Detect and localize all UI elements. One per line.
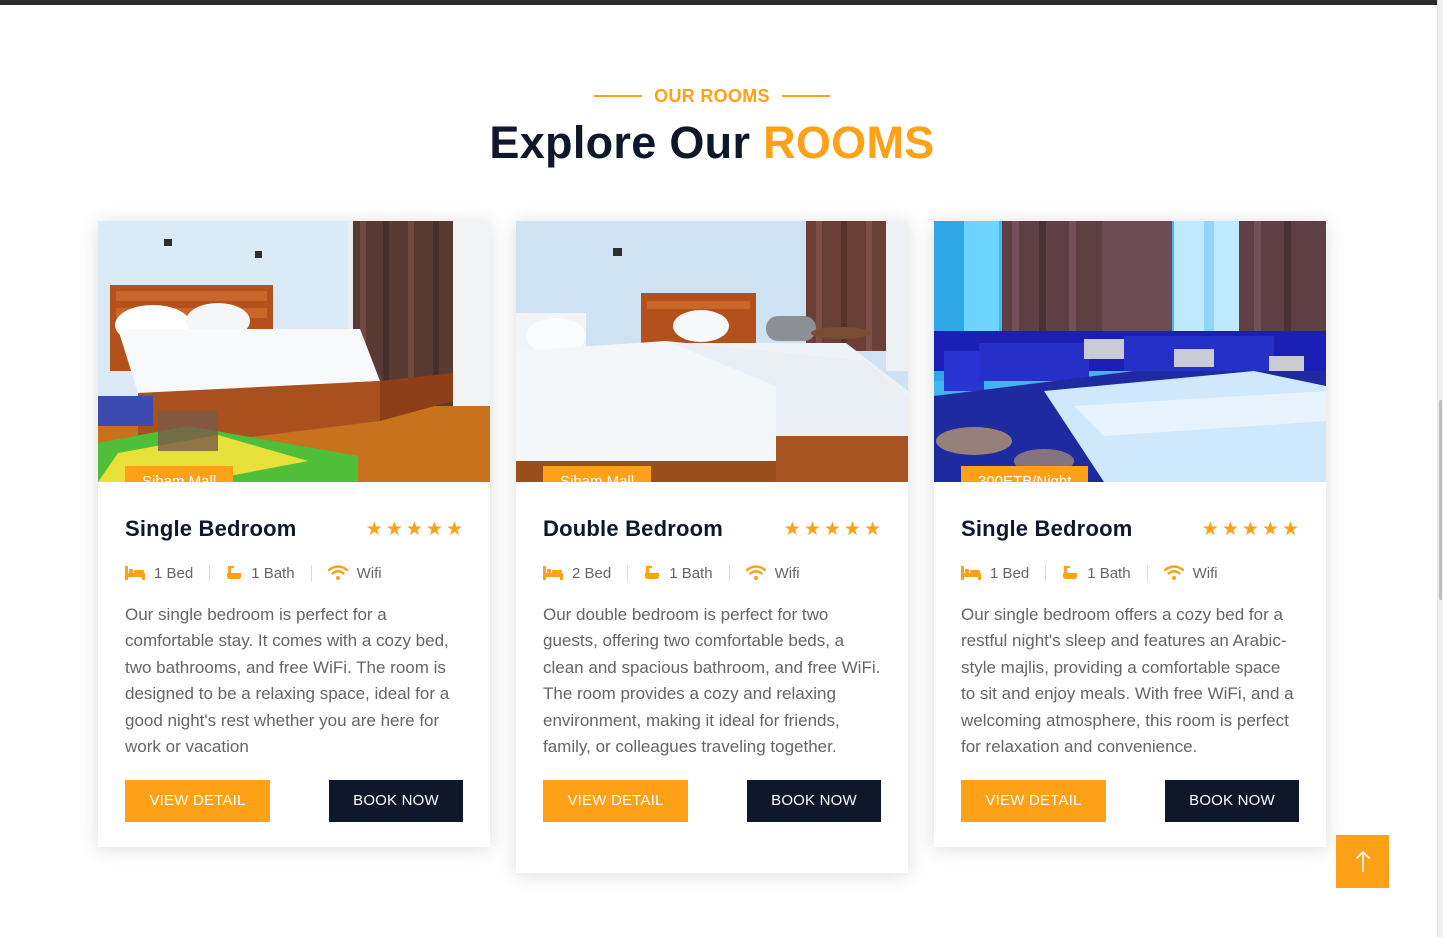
book-now-button[interactable]: BOOK NOW (329, 780, 463, 823)
bath-icon (1063, 566, 1078, 579)
star-icon: ★ (365, 518, 383, 540)
room-description: Our double bedroom is perfect for two gu… (543, 605, 881, 757)
amenity-beds: 1 Bed (125, 564, 211, 582)
bed-icon (125, 566, 145, 580)
wifi-icon (1163, 565, 1184, 580)
room-card: 300ETB/Night Single Bedroom ★ ★ ★ ★ ★ 1 Bed … (934, 221, 1326, 847)
room-description: Our single bedroom offers a cozy bed for… (961, 605, 1294, 757)
room-card: Siham Mall Single Bedroom ★ ★ ★ ★ ★ 1 Bed 1 … (98, 221, 490, 847)
beds-label: 2 Bed (572, 564, 612, 582)
rating-stars: ★ ★ ★ ★ ★ (1202, 520, 1299, 539)
book-now-button[interactable]: BOOK NOW (1165, 780, 1299, 823)
star-icon: ★ (425, 518, 443, 540)
bed-icon (961, 566, 981, 580)
amenities: 2 Bed 1 Bath Wifi (543, 561, 881, 585)
amenity-beds: 1 Bed (961, 564, 1047, 582)
section-title-accent: ROOMS (763, 116, 935, 168)
amenity-wifi: Wifi (1163, 564, 1234, 582)
wifi-icon (745, 565, 766, 580)
star-icon: ★ (843, 518, 861, 540)
browser-top-border (0, 0, 1443, 5)
wifi-label: Wifi (356, 564, 382, 582)
section-eyebrow: OUR ROOMS (594, 86, 830, 107)
room-photo: Siham Mall (98, 221, 490, 482)
arrow-up-icon (1355, 850, 1370, 872)
bed-icon (543, 566, 563, 580)
amenity-baths: 1 Bath (1062, 564, 1148, 582)
view-detail-button[interactable]: VIEW DETAIL (543, 780, 688, 823)
wifi-icon (327, 565, 348, 580)
amenities: 1 Bed 1 Bath Wifi (961, 561, 1299, 585)
star-icon: ★ (1201, 518, 1219, 540)
wifi-label: Wifi (1192, 564, 1218, 582)
baths-label: 1 Bath (1087, 564, 1131, 582)
wifi-label: Wifi (774, 564, 800, 582)
star-icon: ★ (385, 518, 403, 540)
rooms-section-header: OUR ROOMS Explore Our ROOMS (0, 84, 1424, 169)
room-photo: Siham Mall (516, 221, 908, 482)
view-detail-button[interactable]: VIEW DETAIL (961, 780, 1106, 823)
section-title-prefix: Explore Our (489, 116, 751, 168)
star-icon: ★ (1261, 518, 1279, 540)
amenities: 1 Bed 1 Bath Wifi (125, 561, 463, 585)
view-detail-button[interactable]: VIEW DETAIL (125, 780, 270, 823)
beds-label: 1 Bed (154, 564, 194, 582)
eyebrow-text: OUR ROOMS (654, 85, 770, 106)
bath-icon (227, 566, 242, 579)
star-icon: ★ (445, 518, 463, 540)
room-tag: Siham Mall (125, 466, 234, 482)
star-icon: ★ (1241, 518, 1259, 540)
room-description: Our single bedroom is perfect for a comf… (125, 605, 450, 757)
beds-label: 1 Bed (990, 564, 1030, 582)
star-icon: ★ (1281, 518, 1299, 540)
star-icon: ★ (783, 518, 801, 540)
room-photo: 300ETB/Night (934, 221, 1326, 482)
rating-stars: ★ ★ ★ ★ ★ (366, 520, 463, 539)
amenity-baths: 1 Bath (644, 564, 730, 582)
room-card: Siham Mall Double Bedroom ★ ★ ★ ★ ★ 2 Bed 1 … (516, 221, 908, 873)
baths-label: 1 Bath (251, 564, 295, 582)
star-icon: ★ (823, 518, 841, 540)
room-title: Double Bedroom (543, 516, 724, 541)
room-tag: Siham Mall (543, 466, 652, 482)
baths-label: 1 Bath (669, 564, 713, 582)
scrollbar[interactable] (1437, 0, 1443, 937)
book-now-button[interactable]: BOOK NOW (747, 780, 881, 823)
room-title: Single Bedroom (961, 516, 1133, 541)
amenity-wifi: Wifi (745, 564, 816, 582)
scrollbar-thumb[interactable] (1439, 400, 1442, 600)
eyebrow-line-right (781, 95, 830, 97)
amenity-baths: 1 Bath (226, 564, 312, 582)
bath-icon (645, 566, 660, 579)
amenity-wifi: Wifi (327, 564, 398, 582)
amenity-beds: 2 Bed (543, 564, 629, 582)
star-icon: ★ (863, 518, 881, 540)
room-title: Single Bedroom (125, 516, 297, 541)
section-title: Explore Our ROOMS (0, 117, 1424, 169)
star-icon: ★ (405, 518, 423, 540)
rating-stars: ★ ★ ★ ★ ★ (784, 520, 881, 539)
eyebrow-line-left (594, 95, 643, 97)
star-icon: ★ (1221, 518, 1239, 540)
back-to-top-button[interactable] (1336, 835, 1389, 888)
room-tag: 300ETB/Night (961, 466, 1089, 482)
star-icon: ★ (803, 518, 821, 540)
